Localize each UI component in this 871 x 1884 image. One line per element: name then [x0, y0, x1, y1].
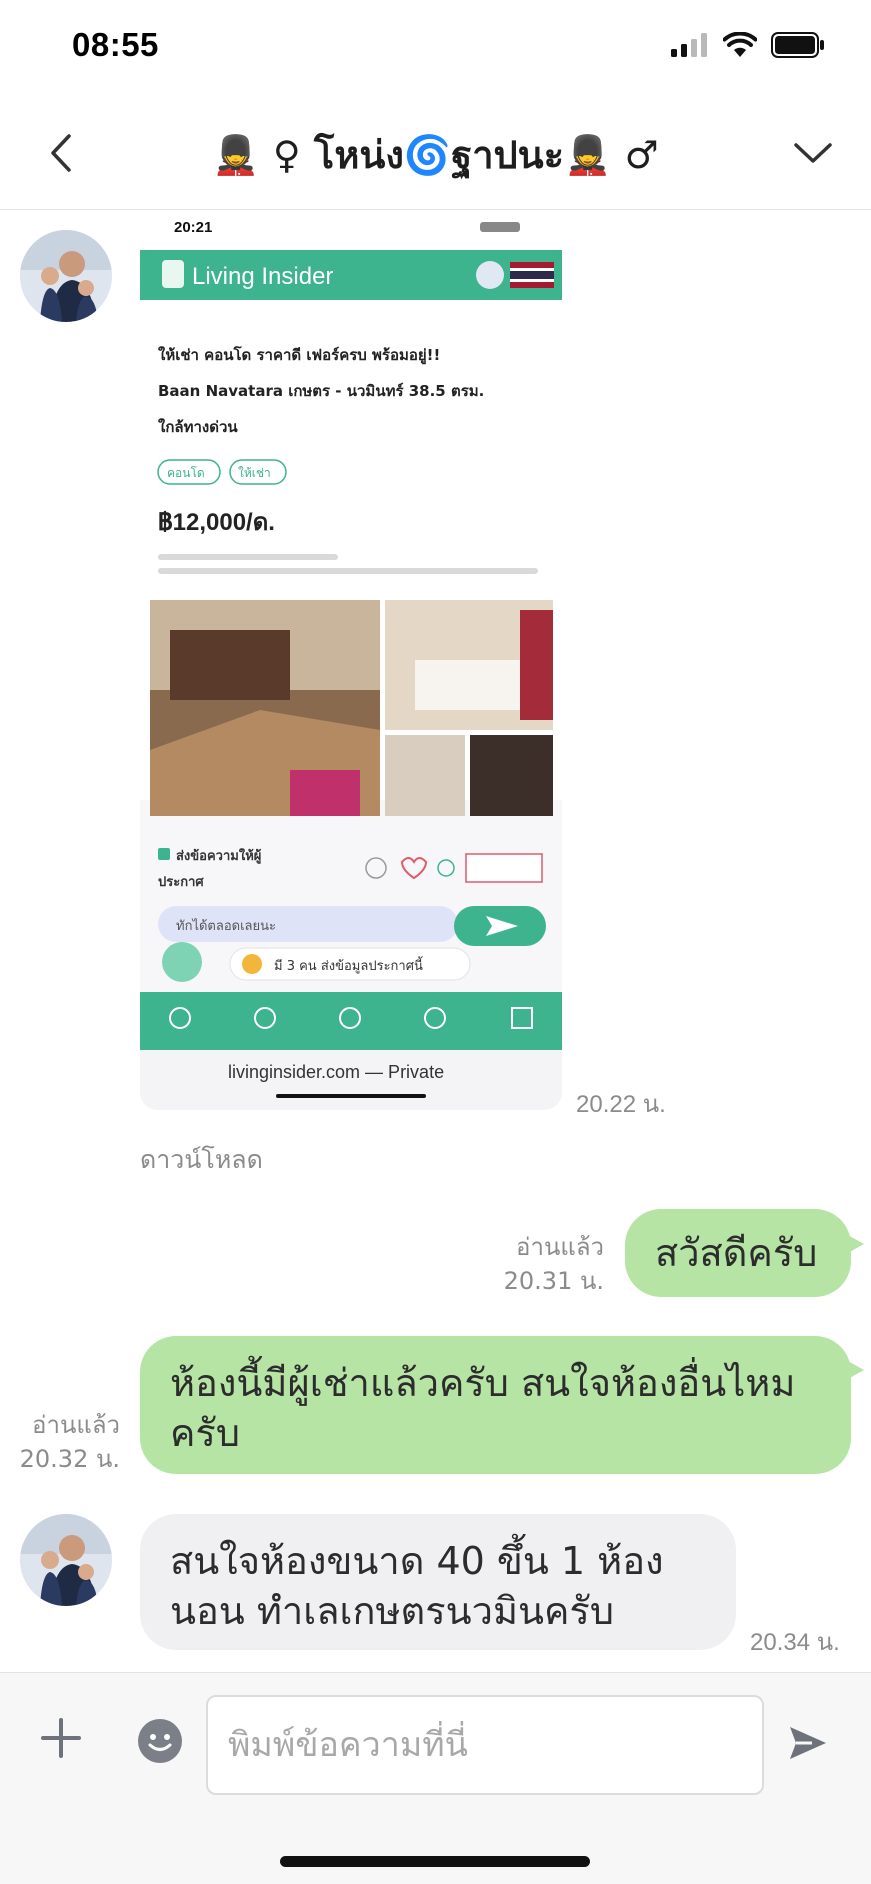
menu-toggle-button[interactable]: [785, 128, 841, 178]
svg-text:มี 3 คน ส่งข้อมูลประกาศนี้: มี 3 คน ส่งข้อมูลประกาศนี้: [274, 956, 423, 974]
screenshot-url: livinginsider.com — Private: [228, 1062, 444, 1082]
home-indicator: [280, 1856, 590, 1867]
status-icons: [671, 32, 825, 58]
message-bubble-outgoing[interactable]: สวัสดีครับ: [625, 1209, 851, 1297]
screenshot-price: ฿12,000/ด.: [158, 509, 275, 536]
battery-icon: [771, 32, 824, 58]
send-button[interactable]: [786, 1721, 830, 1765]
message-text-line: ห้องนี้มีผู้เช่าแล้วครับ สนใจห้องอื่นไหม: [170, 1361, 796, 1405]
contact-avatar[interactable]: [20, 1514, 112, 1606]
input-bar: [0, 1672, 871, 1884]
read-label: อ่านแล้ว: [32, 1411, 120, 1439]
message-bubble-outgoing[interactable]: ห้องนี้มีผู้เช่าแล้วครับ สนใจห้องอื่นไหม…: [140, 1336, 851, 1474]
download-link[interactable]: ดาวน์โหลด: [140, 1140, 263, 1180]
screenshot-site-name: Living Insider: [192, 263, 333, 290]
message-text: สวัสดีครับ: [655, 1231, 818, 1275]
chat-title: 💂 ♀ โหน่ง🌀ฐาปนะ💂 ♂: [212, 133, 659, 177]
message-text-line: นอน ทำเลเกษตรนวมินครับ: [170, 1589, 614, 1633]
chat-header: 💂 ♀ โหน่ง🌀ฐาปนะ💂 ♂: [0, 100, 871, 210]
message-text-line: สนใจห้องขนาด 40 ขึ้น 1 ห้อง: [170, 1539, 664, 1583]
plus-button[interactable]: [38, 1715, 84, 1761]
send-icon: [790, 1727, 826, 1759]
smile-icon: [148, 1734, 172, 1751]
status-time: 08:55: [72, 26, 159, 63]
shared-image-time: 20.22 น.: [576, 1091, 666, 1118]
avatar-photo: [20, 230, 112, 322]
message-time: 20.32 น.: [19, 1445, 120, 1473]
message-input[interactable]: [206, 1695, 764, 1795]
signal-icon: [671, 33, 707, 57]
message-text-line: ครับ: [170, 1411, 240, 1455]
screenshot-status-time: 20:21: [174, 219, 212, 236]
message-time: 20.31 น.: [503, 1267, 604, 1295]
svg-text:ทักได้ตลอดเลยนะ: ทักได้ตลอดเลยนะ: [176, 918, 276, 934]
message-time: 20.34 น.: [750, 1629, 840, 1656]
chevron-down-icon: [794, 143, 832, 163]
emoji-button[interactable]: [138, 1719, 182, 1763]
read-receipt: อ่านแล้ว 20.31 น.: [494, 1230, 604, 1298]
bubble-tail: [846, 1234, 864, 1254]
read-label: อ่านแล้ว: [516, 1233, 604, 1261]
svg-text:ให้เช่า: ให้เช่า: [238, 466, 271, 480]
message-bubble-incoming[interactable]: สนใจห้องขนาด 40 ขึ้น 1 ห้อง นอน ทำเลเกษต…: [140, 1514, 736, 1650]
svg-text:คอนโด: คอนโด: [167, 466, 205, 480]
read-receipt: อ่านแล้ว 20.32 น.: [10, 1408, 120, 1476]
contact-avatar[interactable]: [20, 230, 112, 322]
plus-icon: [41, 1718, 81, 1758]
shared-image[interactable]: 20:21 Living Insider ให้เช่า คอนโด ราคาด…: [140, 210, 562, 1110]
status-bar: 08:55: [0, 0, 871, 100]
listing-screenshot: 20:21 Living Insider ให้เช่า คอนโด ราคาด…: [140, 210, 562, 1110]
bubble-tail: [846, 1360, 864, 1380]
avatar-photo: [20, 1514, 112, 1606]
wifi-icon: [723, 32, 757, 57]
